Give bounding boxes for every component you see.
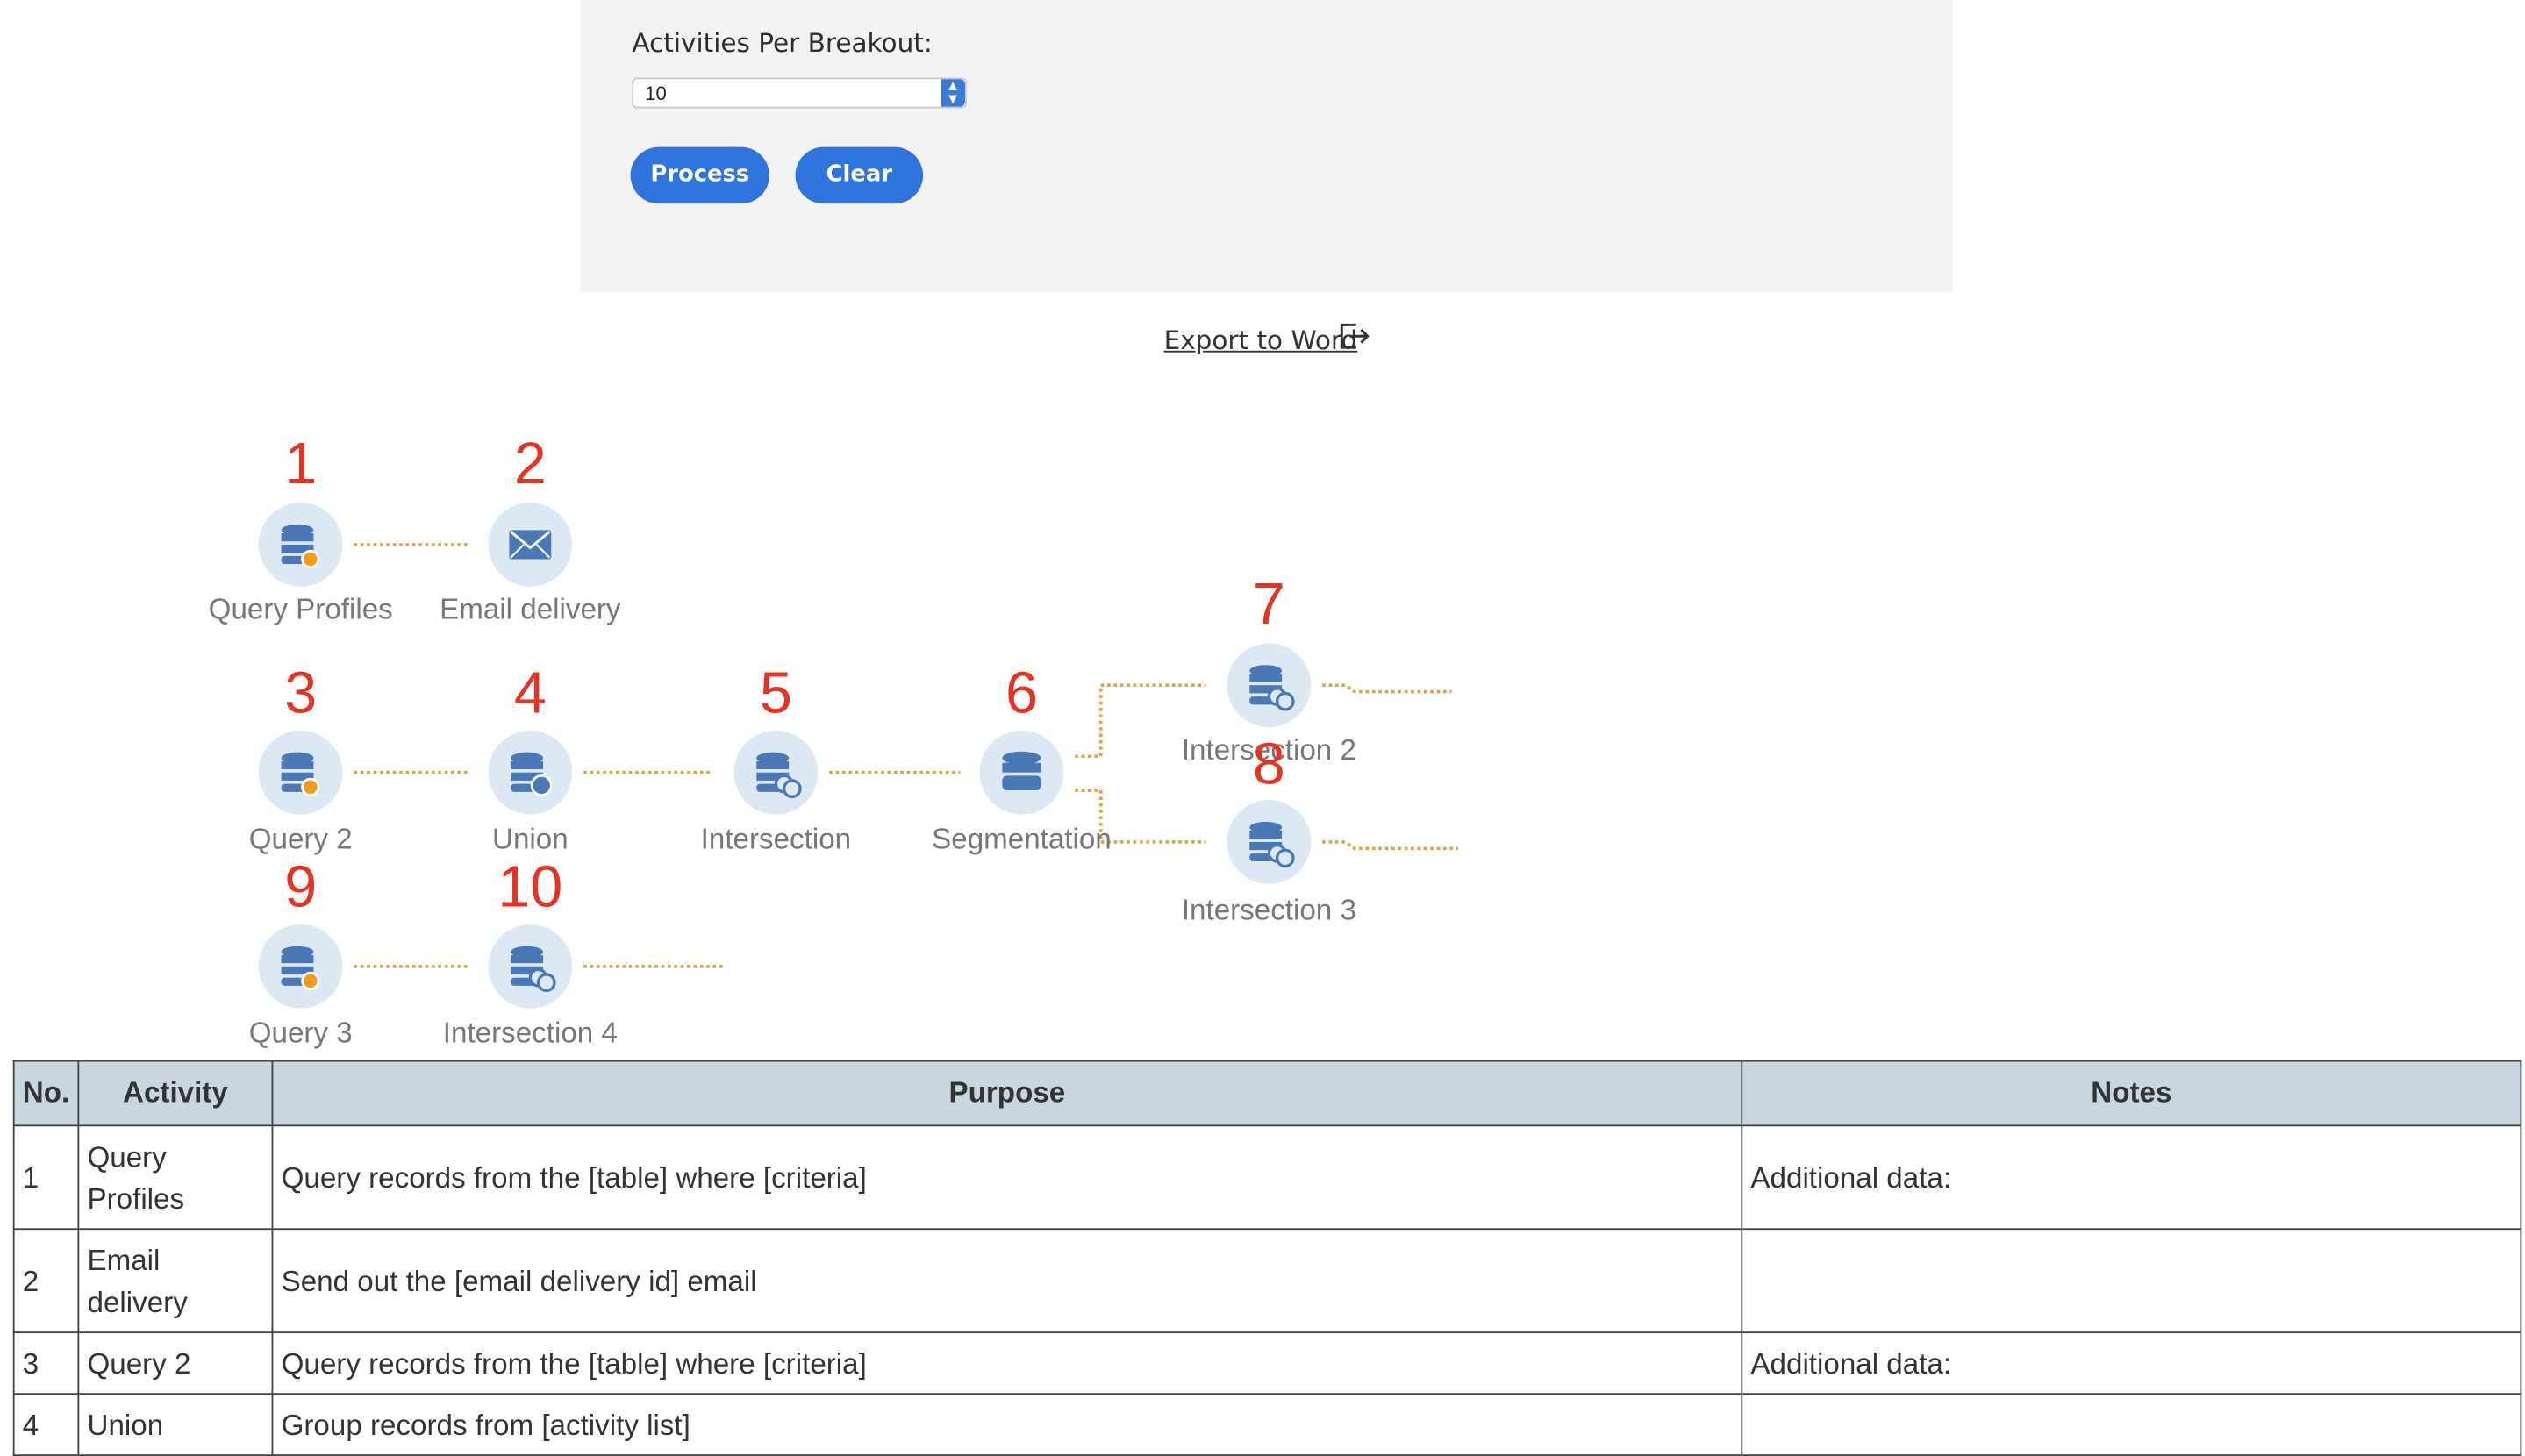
row-purpose: Query records from the [table] where [cr…	[271, 1124, 1743, 1231]
row-purpose: Send out the [email delivery id] email	[271, 1228, 1743, 1334]
node-number: 3	[284, 661, 317, 726]
clear-button[interactable]: Clear	[795, 146, 924, 204]
node-number: 2	[514, 432, 547, 496]
query-icon	[281, 524, 320, 569]
node-circle	[258, 924, 343, 1009]
workflow-node-2[interactable]: 2 Email delivery	[440, 432, 621, 626]
node-label: Intersection 3	[1182, 894, 1356, 926]
node-number: 8	[1253, 732, 1285, 797]
column-header-no: No.	[12, 1060, 80, 1127]
segmentation-icon	[1002, 751, 1041, 790]
node-label: Segmentation	[932, 823, 1112, 855]
workflow-node-1[interactable]: 1 Query Profiles	[209, 432, 393, 626]
row-number: 2	[12, 1228, 80, 1334]
table-row: 2 Email delivery Send out the [email del…	[12, 1228, 2522, 1334]
node-circle	[258, 503, 343, 587]
column-header-activity: Activity	[77, 1060, 274, 1127]
row-notes	[1741, 1393, 2522, 1456]
chevron-up-down-icon: ▲ ▼	[941, 78, 965, 107]
row-notes	[1741, 1228, 2522, 1334]
node-number: 7	[1253, 572, 1285, 637]
workflow-node-3[interactable]: 3 Query 2	[249, 661, 353, 856]
node-circle	[733, 730, 819, 815]
row-activity: Query 2	[77, 1331, 274, 1395]
table-header-row: No. Activity Purpose Notes	[12, 1060, 2522, 1127]
row-number: 1	[12, 1124, 80, 1231]
email-icon	[509, 530, 552, 560]
activities-per-breakout-value: 10	[645, 82, 667, 105]
row-activity: Email delivery	[77, 1228, 274, 1334]
workflow-node-10[interactable]: 10 Intersection 4	[443, 855, 618, 1050]
row-purpose: Group records from [activity list]	[271, 1393, 1743, 1456]
node-circle	[1227, 643, 1312, 728]
node-number: 9	[284, 855, 317, 920]
node-label: Email delivery	[440, 594, 621, 626]
node-label: Union	[492, 823, 569, 855]
node-label: Intersection	[701, 823, 851, 855]
node-label: Query Profiles	[209, 594, 393, 626]
workflow-node-9[interactable]: 9 Query 3	[249, 855, 353, 1050]
node-number: 4	[514, 661, 547, 726]
node-circle	[258, 730, 343, 815]
row-notes: Additional data:	[1741, 1331, 2522, 1395]
node-circle	[488, 924, 573, 1009]
row-activity: Query Profiles	[77, 1124, 274, 1231]
table-row: 4 Union Group records from [activity lis…	[12, 1393, 2522, 1456]
table-row: 1 Query Profiles Query records from the …	[12, 1124, 2522, 1231]
row-activity: Union	[77, 1393, 274, 1456]
workflow-diagram: 1 Query Profiles 2 Email delivery 3 Quer…	[209, 432, 1458, 1050]
row-purpose: Query records from the [table] where [cr…	[271, 1331, 1743, 1395]
column-header-purpose: Purpose	[271, 1060, 1743, 1127]
export-to-word-link[interactable]: Export to Word	[1164, 325, 1358, 355]
query-icon	[281, 946, 320, 990]
node-number: 1	[284, 432, 317, 496]
row-number: 4	[12, 1393, 80, 1456]
node-number: 10	[497, 855, 562, 920]
process-button[interactable]: Process	[630, 146, 770, 204]
node-circle	[488, 730, 573, 815]
node-label: Query 2	[249, 823, 353, 855]
activities-per-breakout-label: Activities Per Breakout:	[632, 27, 933, 59]
query-icon	[281, 752, 320, 796]
column-header-notes: Notes	[1741, 1060, 2522, 1127]
activity-table: No. Activity Purpose Notes 1 Query Profi…	[12, 1060, 2522, 1456]
workflow-node-5[interactable]: 5 Intersection	[701, 661, 851, 856]
row-number: 3	[12, 1331, 80, 1395]
workflow-node-6[interactable]: 6 Segmentation	[932, 661, 1112, 856]
table-row: 3 Query 2 Query records from the [table]…	[12, 1331, 2522, 1395]
node-number: 6	[1005, 661, 1038, 726]
export-icon[interactable]	[1339, 320, 1371, 353]
breakout-form-panel: Activities Per Breakout: 10 ▲ ▼ Process C…	[580, 0, 1953, 293]
activities-per-breakout-select[interactable]: 10 ▲ ▼	[632, 77, 967, 109]
workflow-node-4[interactable]: 4 Union	[488, 661, 573, 856]
node-number: 5	[760, 661, 792, 726]
row-notes: Additional data:	[1741, 1124, 2522, 1231]
node-label: Query 3	[249, 1017, 353, 1049]
connector	[1322, 683, 1452, 694]
node-label: Intersection 4	[443, 1017, 618, 1049]
connector	[1322, 840, 1458, 851]
